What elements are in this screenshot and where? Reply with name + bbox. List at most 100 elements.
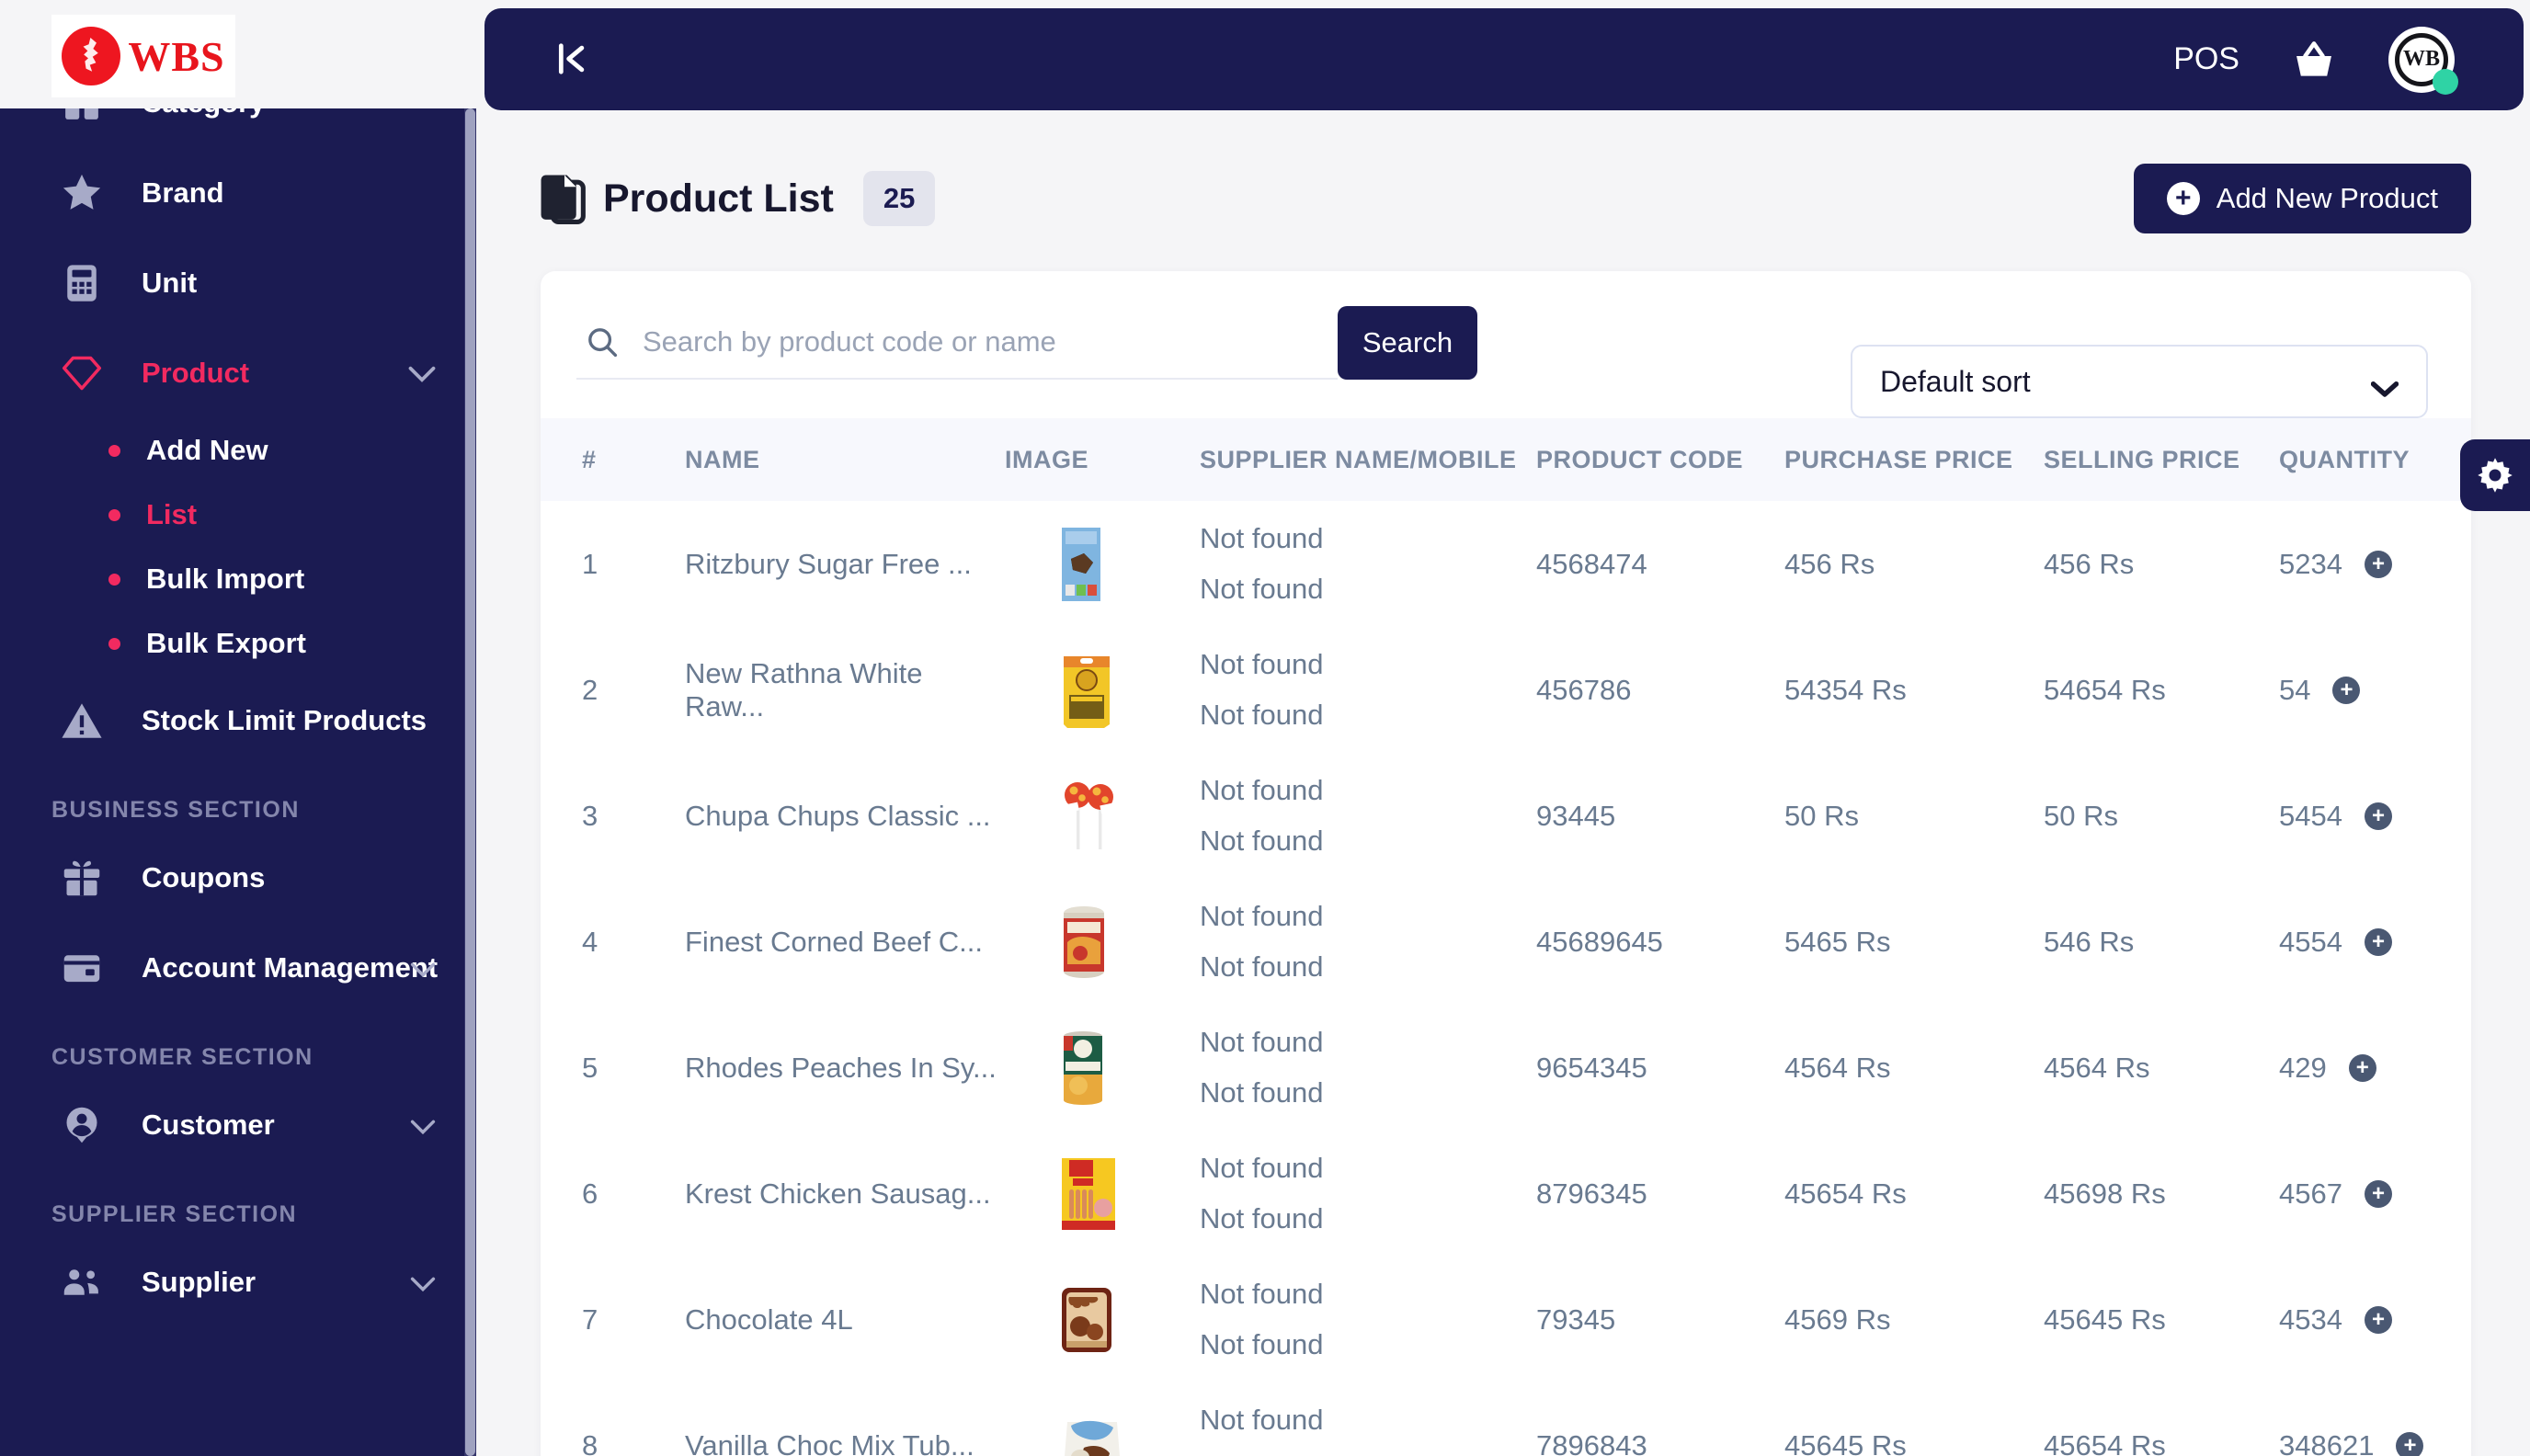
col-image: IMAGE — [1005, 445, 1089, 473]
row-index: 8 — [582, 1428, 598, 1456]
brand-logo[interactable]: WBS — [51, 15, 235, 97]
add-stock-button[interactable]: + — [2364, 927, 2392, 956]
product-name[interactable]: Chupa Chups Classic ... — [685, 800, 1005, 833]
pos-link[interactable]: POS — [2173, 41, 2239, 77]
selling-price: 4564 Rs — [2044, 1051, 2150, 1084]
product-image-rathna-packet[interactable] — [1005, 653, 1200, 728]
sidebar-subitem-bulk-import[interactable]: Bulk Import — [0, 547, 476, 611]
product-image-rhodes-peaches-can[interactable] — [1005, 1030, 1200, 1106]
sidebar-item-product[interactable]: Product — [0, 328, 476, 418]
add-stock-button[interactable]: + — [2364, 802, 2392, 830]
product-name[interactable]: Ritzbury Sugar Free ... — [685, 548, 1005, 581]
table-row: 2 New Rathna White Raw... Not found Not … — [541, 627, 2471, 753]
table-row: 1 Ritzbury Sugar Free ... Not found Not … — [541, 501, 2471, 627]
purchase-price: 4564 Rs — [1784, 1051, 1891, 1084]
sidebar-item-coupons[interactable]: Coupons — [0, 833, 476, 923]
wallet-icon — [61, 947, 103, 989]
quantity-cell: 4554 + — [2279, 926, 2430, 959]
purchase-price: 45654 Rs — [1784, 1177, 1907, 1210]
supplier-name: Not found — [1200, 774, 1324, 807]
bullet-icon — [108, 444, 120, 457]
sidebar-subitem-bulk-export[interactable]: Bulk Export — [0, 611, 476, 676]
search-input[interactable] — [643, 325, 1286, 358]
product-name[interactable]: Vanilla Choc Mix Tub... — [685, 1429, 1005, 1456]
search-button[interactable]: Search — [1338, 306, 1477, 380]
quantity-value: 5454 — [2279, 799, 2342, 832]
sidebar-item-account-management[interactable]: Account Management — [0, 923, 476, 1013]
sidebar-item-label: Supplier — [142, 1266, 256, 1298]
add-stock-button[interactable]: + — [2364, 1305, 2392, 1334]
product-image-vanilla-choc-tub[interactable] — [1005, 1416, 1200, 1456]
add-stock-button[interactable]: + — [2348, 1053, 2376, 1082]
chevron-down-icon — [410, 951, 436, 984]
selling-price: 546 Rs — [2044, 925, 2135, 958]
purchase-price: 50 Rs — [1784, 799, 1859, 832]
sort-select[interactable]: Default sort — [1851, 345, 2428, 418]
selling-price: 50 Rs — [2044, 799, 2118, 832]
supplier-cell: Not found Not found — [1200, 892, 1536, 992]
gem-icon — [61, 352, 103, 394]
product-name[interactable]: New Rathna White Raw... — [685, 657, 1005, 723]
product-name[interactable]: Finest Corned Beef C... — [685, 926, 1005, 959]
sidebar-item-label: Brand — [142, 176, 224, 209]
product-name[interactable]: Rhodes Peaches In Sy... — [685, 1052, 1005, 1085]
plus-circle-icon: + — [2166, 182, 2200, 215]
product-name[interactable]: Chocolate 4L — [685, 1303, 1005, 1337]
supplier-name: Not found — [1200, 1278, 1324, 1311]
col-index: # — [582, 445, 597, 473]
product-image-chupa-chups-lollipops[interactable] — [1005, 779, 1200, 853]
sidebar-item-stock-limit[interactable]: Stock Limit Products — [0, 676, 476, 766]
selling-price: 456 Rs — [2044, 547, 2135, 580]
chevron-down-icon — [410, 1266, 436, 1299]
product-image-krest-sausage-pack[interactable] — [1005, 1156, 1200, 1232]
product-image-chocolate-tub[interactable] — [1005, 1286, 1200, 1354]
purchase-price: 4569 Rs — [1784, 1302, 1891, 1336]
col-quantity: QUANTITY — [2279, 445, 2410, 473]
sidebar-scrollbar[interactable] — [464, 0, 476, 1456]
col-purchase: PURCHASE PRICE — [1784, 445, 2013, 473]
sidebar-subitem-add-new[interactable]: Add New — [0, 418, 476, 483]
add-stock-button[interactable]: + — [2332, 676, 2361, 704]
product-image-ritzbury-chocolate-bar[interactable] — [1005, 527, 1200, 601]
sidebar-scroll-thumb[interactable] — [465, 108, 475, 1456]
basket-icon[interactable] — [2293, 40, 2335, 79]
quantity-cell: 348621 + — [2279, 1429, 2430, 1456]
quantity-value: 348621 — [2279, 1428, 2375, 1456]
product-name[interactable]: Krest Chicken Sausag... — [685, 1177, 1005, 1211]
sidebar-item-supplier[interactable]: Supplier — [0, 1237, 476, 1327]
sidebar-collapse-icon[interactable] — [553, 41, 590, 78]
app-root: Category Brand Unit Product — [0, 0, 2530, 1456]
sidebar-item-unit[interactable]: Unit — [0, 238, 476, 328]
product-code: 4568474 — [1536, 547, 1647, 580]
add-stock-button[interactable]: + — [2364, 1179, 2392, 1208]
product-code: 8796345 — [1536, 1177, 1647, 1210]
supplier-mobile: Not found — [1200, 824, 1324, 857]
table-toolbar: Search Default sort — [541, 306, 2471, 418]
bullet-icon — [108, 637, 120, 650]
supplier-name: Not found — [1200, 522, 1324, 555]
product-code: 93445 — [1536, 799, 1616, 832]
sidebar-item-brand[interactable]: Brand — [0, 148, 476, 238]
add-stock-button[interactable]: + — [2396, 1431, 2424, 1456]
add-stock-button[interactable]: + — [2364, 550, 2392, 578]
product-image-corned-beef-can[interactable] — [1005, 905, 1200, 979]
sidebar-item-label: Add New — [146, 434, 268, 466]
online-status-dot — [2433, 68, 2458, 95]
section-header-business: BUSINESS SECTION — [51, 797, 300, 823]
sidebar-item-label: List — [146, 498, 198, 530]
logo-text: WBS — [128, 32, 225, 80]
sidebar-item-customer[interactable]: Customer — [0, 1080, 476, 1170]
col-supplier: SUPPLIER NAME/MOBILE — [1200, 445, 1517, 473]
add-new-product-button[interactable]: + Add New Product — [2133, 164, 2471, 233]
sidebar-item-label: Customer — [142, 1109, 275, 1141]
page-header: Product List 25 + Add New Product — [541, 156, 2471, 241]
supplier-cell: Not found Not found — [1200, 1018, 1536, 1118]
supplier-cell: Not found Not found — [1200, 640, 1536, 740]
sidebar-subitem-list[interactable]: List — [0, 483, 476, 547]
user-avatar[interactable]: WB — [2388, 26, 2458, 95]
table-row: 3 Chupa Chups Classic ... Not found Not … — [541, 753, 2471, 879]
table-settings-button[interactable] — [2460, 439, 2530, 511]
star-icon — [61, 172, 103, 214]
search-icon — [586, 325, 619, 358]
quantity-cell: 5454 + — [2279, 800, 2430, 833]
